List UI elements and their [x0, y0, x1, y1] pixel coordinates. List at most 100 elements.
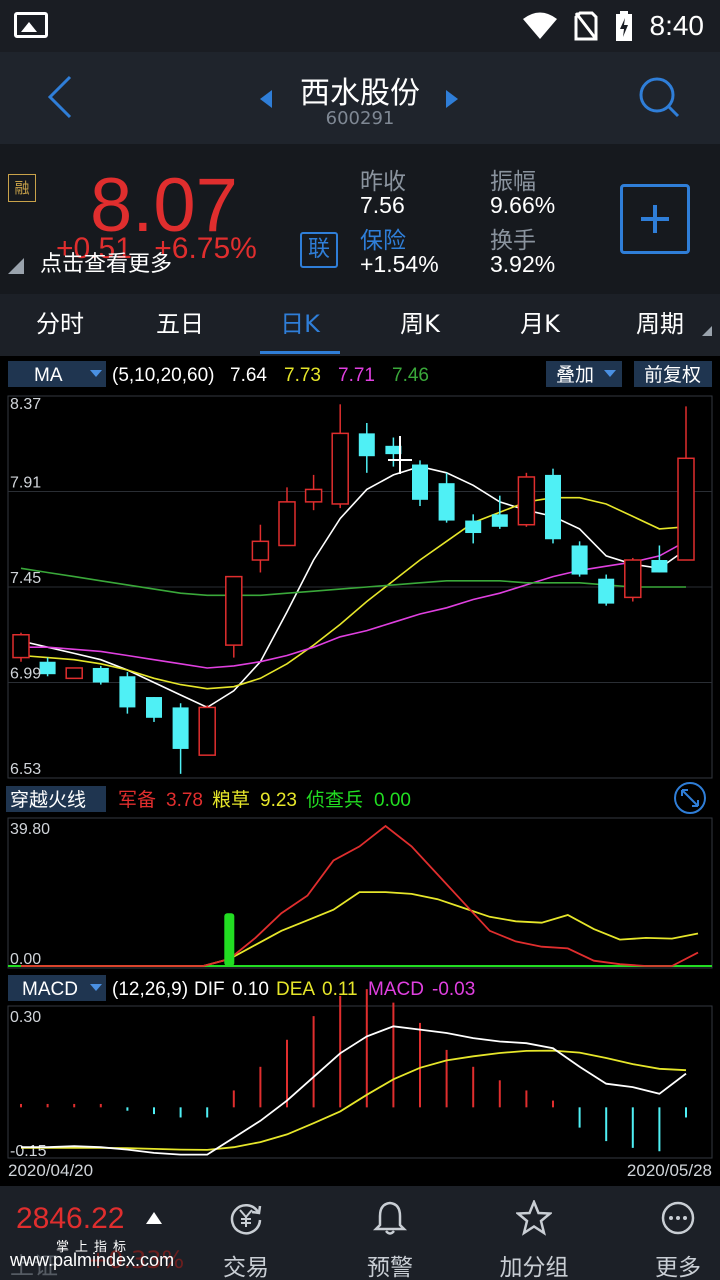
macd-value: -0.03 [432, 979, 475, 1000]
index-value[interactable]: 2846.22 [16, 1202, 124, 1236]
ind-value-liangcao: 9.23 [260, 790, 297, 811]
ma10-value: 7.73 [284, 365, 321, 386]
date-start: 2020/04/20 [8, 1161, 93, 1180]
macd-label: MACD [368, 979, 424, 1000]
candle-body-up [12, 634, 30, 659]
watermark-url: www.palmindex.com [10, 1250, 175, 1270]
indicator-name: 穿越火线 [10, 789, 86, 811]
ma-params: (5,10,20,60) [112, 365, 214, 386]
ind-value-junbei: 3.78 [166, 790, 203, 811]
stat-value-prev-close: 7.56 [360, 192, 405, 218]
stat-label-insurance[interactable]: 保险 [360, 221, 406, 255]
nav-more[interactable]: 更多 [618, 1186, 720, 1280]
candle-body-down [571, 545, 588, 575]
candle-body-up [225, 575, 243, 646]
stat-label-amplitude: 振幅 [490, 169, 536, 195]
price-tick-label: 6.99 [10, 666, 41, 683]
stock-header: 西水股份 600291 [0, 52, 720, 144]
overlay-label: 叠加 [556, 364, 594, 386]
candle-body-up [677, 457, 695, 561]
bottom-bar: 2846.22 上证 +0.33% 掌上指标 www.palmindex.com… [0, 1186, 720, 1280]
candle-body-up [304, 488, 323, 503]
ind-label-liangcao: 粮草 [212, 789, 250, 811]
candle-body-up [278, 501, 296, 547]
candle-body-up [65, 667, 83, 680]
stat-value-amplitude: 9.66% [490, 192, 556, 218]
crosshair-icon [388, 436, 412, 474]
nav-trade-label: 交易 [223, 1255, 269, 1280]
macd-top-label: 0.30 [10, 1009, 41, 1026]
dif-value: 0.10 [232, 979, 269, 1000]
tab-daily-k[interactable]: 日K [240, 294, 360, 356]
tab-period[interactable]: 周期 [600, 294, 720, 356]
clock: 8:40 [649, 10, 705, 41]
candle-body-down [358, 433, 375, 457]
ma10-line [20, 496, 687, 690]
dropdown-corner-icon [702, 326, 712, 336]
stat-value-turnover: 3.92% [490, 251, 556, 277]
candle-body-down [39, 661, 56, 675]
candle-body-down [438, 483, 455, 521]
nav-alert-label: 预警 [367, 1255, 413, 1280]
stock-name: 西水股份 [300, 76, 420, 111]
price-tick-label: 8.37 [10, 396, 41, 413]
candles [12, 404, 695, 774]
nav-add-group-label: 加分组 [499, 1255, 569, 1280]
nav-more-label: 更多 [655, 1255, 701, 1280]
wifi-icon [522, 12, 557, 39]
star-icon [516, 1200, 552, 1236]
ma20-value: 7.71 [338, 365, 375, 386]
ind-label-zhenchabing: 侦查兵 [306, 789, 363, 811]
candle-body-down [172, 707, 189, 749]
ma60-value: 7.46 [392, 365, 429, 386]
nav-alert[interactable]: 预警 [330, 1186, 450, 1280]
dif-label: DIF [194, 979, 225, 1000]
stat-value-insurance: +1.54% [360, 251, 439, 277]
margin-trading-badge: 融 [8, 174, 36, 202]
scout-signal-bar [224, 913, 235, 966]
dif-line [21, 1025, 687, 1156]
search-icon[interactable] [636, 74, 682, 120]
candle-body-down [651, 560, 668, 573]
tab-period-label: 周期 [636, 310, 684, 338]
tab-weekly-k[interactable]: 周K [360, 294, 480, 356]
candle-body-down [119, 676, 136, 708]
more-icon [661, 1201, 695, 1235]
status-icons: 8:40 [522, 6, 705, 46]
stat-label-prev-close: 昨收 [360, 169, 406, 195]
candle-body-up [624, 559, 642, 599]
see-more-link[interactable]: 点击查看更多 [40, 246, 172, 278]
indicator-top-label: 39.80 [10, 821, 50, 838]
next-stock-icon[interactable] [446, 90, 458, 108]
date-end: 2020/05/28 [627, 1161, 712, 1180]
macd-chart: 0.30 -0.152020/04/20 2020/05/28 [7, 989, 713, 1180]
ma-selector-label: MA [34, 365, 63, 386]
kline-chart[interactable]: MA (5,10,20,60) 7.64 7.73 7.71 7.46 叠加 前… [0, 356, 720, 1186]
dea-line [21, 1049, 687, 1151]
bell-icon [372, 1201, 408, 1235]
price-tick-label: 7.91 [10, 475, 41, 492]
add-watchlist-button[interactable] [620, 184, 690, 254]
price-tick-label: 6.53 [10, 761, 41, 778]
tab-five-day[interactable]: 五日 [120, 294, 240, 356]
nav-trade[interactable]: 交易 [186, 1186, 306, 1280]
tab-monthly-k[interactable]: 月K [480, 294, 600, 356]
candle-body-down [465, 520, 482, 534]
candle-body-down [412, 464, 428, 500]
status-bar: 8:40 [0, 0, 720, 52]
tab-intraday[interactable]: 分时 [0, 294, 120, 356]
related-button[interactable]: 联 [300, 232, 338, 268]
candle-body-up [331, 432, 349, 505]
stat-label-turnover: 换手 [490, 228, 536, 254]
ind-value-zhenchabing: 0.00 [374, 790, 411, 811]
image-notification-icon [14, 12, 48, 38]
battery-charging-icon [615, 11, 632, 41]
candle-body-down [491, 514, 508, 527]
nav-add-group[interactable]: 加分组 [474, 1186, 594, 1280]
quote-panel: 融 8.07 +0.51 +6.75% 点击查看更多 联 昨收 7.56 振幅 … [0, 144, 720, 294]
candle-body-up [251, 540, 270, 561]
dea-label: DEA [276, 979, 315, 1000]
ind-label-junbei: 军备 [118, 789, 156, 811]
expand-icon[interactable] [674, 782, 706, 814]
candle-body-down [598, 578, 615, 604]
